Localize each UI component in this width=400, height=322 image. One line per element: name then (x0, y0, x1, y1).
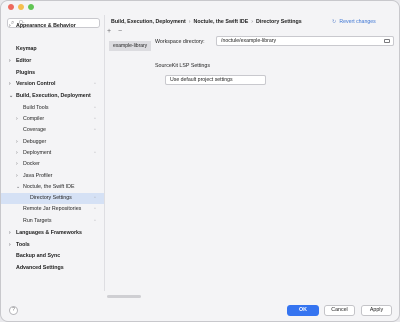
sidebar-item-editor[interactable]: › Editor (1, 56, 104, 67)
sidebar-item-plugins[interactable]: Plugins (1, 68, 104, 79)
project-scope-icon: ▫ (94, 105, 96, 111)
sidebar-item-label: Advanced Settings (16, 265, 64, 271)
settings-sidebar: ⌕ Q- › Appearance & Behavior Keymap › Editor… (1, 15, 104, 321)
sidebar-item-label: Backup and Sync (16, 253, 61, 259)
project-scope-icon: ▫ (94, 195, 96, 201)
sidebar-divider (104, 15, 105, 291)
chevron-down-icon[interactable]: ⌄ (9, 91, 13, 102)
sidebar-item-label: Plugins (16, 70, 36, 76)
folder-icon[interactable] (384, 39, 390, 43)
title-bar (1, 1, 399, 15)
sidebar-item-languages-frameworks[interactable]: › Languages & Frameworks (1, 228, 104, 239)
cancel-button[interactable]: Cancel (324, 305, 355, 316)
sidebar-item-label: Noctule, the Swift IDE (23, 184, 75, 190)
add-entry-button[interactable]: + (107, 28, 111, 36)
sidebar-item-label: Version Control (16, 81, 56, 87)
chevron-right-icon[interactable]: › (16, 171, 18, 182)
project-scope-icon: ▫ (94, 127, 96, 133)
minimize-window-button[interactable] (18, 4, 24, 10)
sidebar-item-label: Remote Jar Repositories (23, 206, 82, 212)
sidebar-item-label: Directory Settings (30, 195, 72, 201)
sidebar-item-label: Editor (16, 58, 32, 64)
breadcrumb-separator: › (251, 19, 254, 25)
chevron-right-icon[interactable]: › (16, 159, 18, 170)
sidebar-item-label: Build Tools (23, 105, 49, 111)
sidebar-item-tools[interactable]: › Tools (1, 240, 104, 251)
chevron-right-icon[interactable]: › (16, 137, 18, 148)
sidebar-item-remote-jar-repositories[interactable]: Remote Jar Repositories ▫ (1, 204, 104, 215)
breadcrumb-current: Directory Settings (256, 19, 302, 25)
breadcrumb-separator: › (188, 19, 191, 25)
chevron-right-icon[interactable]: › (9, 240, 11, 251)
sidebar-item-compiler[interactable]: › Compiler ▫ (1, 114, 104, 125)
workspace-directory-field[interactable]: /noctule/example-library (216, 36, 394, 46)
chevron-right-icon[interactable]: › (9, 21, 11, 32)
sidebar-item-label: Compiler (23, 116, 45, 122)
chevron-right-icon[interactable]: › (16, 114, 18, 125)
chevron-right-icon[interactable]: › (16, 148, 18, 159)
sidebar-item-run-targets[interactable]: Run Targets ▫ (1, 216, 104, 227)
sidebar-item-label: Coverage (23, 127, 46, 133)
project-scope-icon: ▫ (94, 150, 96, 156)
sourcekit-settings-select[interactable]: Use default project settings (165, 75, 266, 85)
sidebar-item-label: Build, Execution, Deployment (16, 93, 91, 99)
directory-list-item[interactable]: example-library (109, 41, 151, 51)
sidebar-item-appearance-behavior[interactable]: › Appearance & Behavior (1, 21, 104, 32)
ok-button[interactable]: OK (287, 305, 319, 316)
sidebar-item-label: Languages & Frameworks (16, 230, 82, 236)
sidebar-item-label: Run Targets (23, 218, 52, 224)
revert-label: Revert changes (339, 19, 376, 25)
workspace-directory-label: Workspace directory: (155, 39, 205, 45)
workspace-directory-value: /noctule/example-library (221, 38, 277, 44)
help-button[interactable]: ? (9, 306, 18, 315)
settings-window: ⌕ Q- › Appearance & Behavior Keymap › Editor… (0, 0, 400, 322)
sidebar-item-label: Java Profiler (23, 173, 53, 179)
sidebar-item-label: Keymap (16, 46, 37, 52)
sidebar-item-java-profiler[interactable]: › Java Profiler (1, 171, 104, 182)
zoom-window-button[interactable] (28, 4, 34, 10)
chevron-down-icon[interactable]: ⌄ (16, 182, 20, 193)
sidebar-item-build-execution-deployment[interactable]: ⌄ Build, Execution, Deployment (1, 91, 104, 102)
sidebar-item-directory-settings[interactable]: Directory Settings ▫ (1, 193, 104, 204)
sidebar-item-version-control[interactable]: › Version Control ▫ (1, 79, 104, 90)
project-scope-icon: ▫ (94, 218, 96, 224)
chevron-right-icon[interactable]: › (9, 56, 11, 67)
sidebar-item-coverage[interactable]: Coverage ▫ (1, 125, 104, 136)
project-scope-icon: ▫ (94, 206, 96, 212)
sidebar-item-build-tools[interactable]: Build Tools ▫ (1, 103, 104, 114)
horizontal-scrollbar[interactable] (107, 295, 141, 298)
sidebar-item-advanced-settings[interactable]: Advanced Settings (1, 263, 104, 274)
remove-entry-button[interactable]: − (118, 28, 122, 36)
sidebar-item-backup-and-sync[interactable]: Backup and Sync (1, 251, 104, 262)
sourcekit-settings-label: SourceKit LSP Settings (155, 63, 210, 69)
sidebar-item-label: Debugger (23, 139, 47, 145)
apply-button[interactable]: Apply (361, 305, 392, 316)
sidebar-item-debugger[interactable]: › Debugger (1, 137, 104, 148)
sidebar-item-docker[interactable]: › Docker (1, 159, 104, 170)
sidebar-item-label: Deployment (23, 150, 52, 156)
breadcrumb: Build, Execution, Deployment › Noctule, th… (111, 17, 302, 27)
project-scope-icon: ▫ (94, 116, 96, 122)
breadcrumb-build[interactable]: Build, Execution, Deployment (111, 19, 186, 25)
project-scope-icon: ▫ (94, 81, 96, 87)
sidebar-item-noctule-the-swift-ide[interactable]: ⌄ Noctule, the Swift IDE (1, 182, 104, 193)
sidebar-item-label: Tools (16, 242, 30, 248)
breadcrumb-noctule[interactable]: Noctule, the Swift IDE (194, 19, 249, 25)
sourcekit-settings-value: Use default project settings (170, 77, 233, 83)
sidebar-item-label: Docker (23, 161, 40, 167)
sidebar-item-deployment[interactable]: › Deployment ▫ (1, 148, 104, 159)
sidebar-item-keymap[interactable]: Keymap (1, 44, 104, 55)
close-window-button[interactable] (8, 4, 14, 10)
revert-changes-link[interactable]: ↻ Revert changes (332, 17, 376, 27)
revert-icon: ↻ (332, 19, 337, 25)
sidebar-item-label: Appearance & Behavior (16, 23, 76, 29)
chevron-right-icon[interactable]: › (9, 228, 11, 239)
chevron-right-icon[interactable]: › (9, 79, 11, 90)
